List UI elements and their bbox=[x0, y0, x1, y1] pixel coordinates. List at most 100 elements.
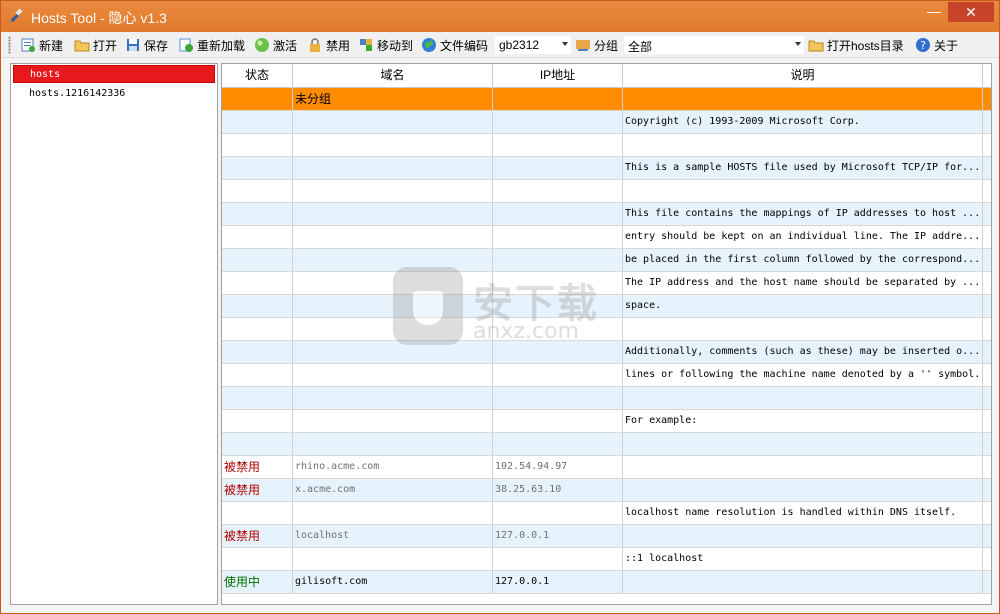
ip-cell bbox=[493, 433, 623, 455]
table-row[interactable]: 使用中 gilisoft.com 127.0.0.1 bbox=[222, 571, 991, 594]
activate-button[interactable]: 激活 bbox=[254, 35, 297, 55]
close-button[interactable]: ✕ bbox=[948, 2, 994, 22]
svg-text:?: ? bbox=[920, 39, 926, 52]
ip-cell: 102.54.94.97 bbox=[493, 456, 623, 478]
domain-cell: x.acme.com bbox=[293, 479, 493, 501]
new-file-icon bbox=[21, 38, 35, 52]
help-icon: ? bbox=[916, 38, 930, 52]
encoding-label-text: 文件编码 bbox=[440, 38, 489, 53]
status-cell bbox=[222, 226, 293, 248]
status-cell bbox=[222, 249, 293, 271]
encoding-select-value: gb2312 bbox=[499, 38, 540, 52]
status-cell bbox=[222, 180, 293, 202]
note-cell: This is a sample HOSTS file used by Micr… bbox=[623, 157, 983, 179]
open-button[interactable]: 打开 bbox=[74, 35, 117, 55]
table-row[interactable]: localhost name resolution is handled wit… bbox=[222, 502, 991, 525]
reload-button[interactable]: 重新加载 bbox=[178, 35, 245, 55]
status-cell bbox=[222, 134, 293, 156]
chevron-down-icon bbox=[562, 42, 568, 46]
group-label-text: 分组 bbox=[594, 38, 619, 53]
reload-button-label: 重新加载 bbox=[197, 38, 246, 53]
globe-icon bbox=[422, 38, 436, 52]
table-row[interactable]: entry should be kept on an individual li… bbox=[222, 226, 991, 249]
move-to-button[interactable]: 移动到 bbox=[358, 35, 413, 55]
tree-item-hosts-backup[interactable]: hosts.1216142336 bbox=[11, 85, 217, 103]
table-row[interactable]: 被禁用 x.acme.com 38.25.63.10 bbox=[222, 479, 991, 502]
ip-cell: 127.0.0.1 bbox=[493, 571, 623, 593]
table-row[interactable] bbox=[222, 387, 991, 410]
folder-icon bbox=[74, 40, 90, 52]
column-header-domain[interactable]: 域名 bbox=[293, 64, 493, 87]
encoding-select[interactable]: gb2312 bbox=[494, 35, 572, 55]
open-hosts-dir-button[interactable]: 打开hosts目录 bbox=[808, 35, 904, 55]
note-cell bbox=[623, 387, 983, 409]
table-row[interactable]: 被禁用 localhost 127.0.0.1 bbox=[222, 525, 991, 548]
domain-cell bbox=[293, 203, 493, 225]
minimize-button[interactable]: — bbox=[920, 2, 948, 22]
folder-icon bbox=[808, 40, 824, 52]
status-cell bbox=[222, 295, 293, 317]
group-row[interactable]: 未分组 bbox=[222, 88, 991, 111]
ip-cell bbox=[493, 203, 623, 225]
status-cell bbox=[222, 318, 293, 340]
table-row[interactable] bbox=[222, 134, 991, 157]
hammer-icon bbox=[10, 8, 23, 23]
note-cell bbox=[623, 525, 983, 547]
note-cell bbox=[623, 571, 983, 593]
domain-cell: 未分组 bbox=[293, 88, 493, 110]
ip-cell bbox=[493, 364, 623, 386]
about-button[interactable]: ? 关于 bbox=[915, 35, 958, 55]
table-row[interactable]: Copyright (c) 1993-2009 Microsoft Corp. bbox=[222, 111, 991, 134]
status-cell bbox=[222, 203, 293, 225]
table-row[interactable]: ::1 localhost bbox=[222, 548, 991, 571]
activate-button-label: 激活 bbox=[273, 38, 298, 53]
table-row[interactable]: This is a sample HOSTS file used by Micr… bbox=[222, 157, 991, 180]
status-cell bbox=[222, 157, 293, 179]
domain-cell: rhino.acme.com bbox=[293, 456, 493, 478]
note-cell bbox=[623, 433, 983, 455]
domain-cell bbox=[293, 548, 493, 570]
note-cell: localhost name resolution is handled wit… bbox=[623, 502, 983, 524]
note-cell: Additionally, comments (such as these) m… bbox=[623, 341, 983, 363]
ip-cell bbox=[493, 134, 623, 156]
note-cell: entry should be kept on an individual li… bbox=[623, 226, 983, 248]
tree-item-hosts[interactable]: hosts bbox=[13, 65, 215, 83]
domain-cell bbox=[293, 387, 493, 409]
title-bar[interactable]: Hosts Tool - 隐心 v1.3 — ✕ bbox=[1, 1, 999, 32]
shield-icon bbox=[413, 291, 443, 325]
group-select-value: 全部 bbox=[628, 40, 653, 54]
disable-button[interactable]: 禁用 bbox=[307, 35, 350, 55]
ip-cell bbox=[493, 111, 623, 133]
ip-cell: 127.0.0.1 bbox=[493, 525, 623, 547]
domain-cell: gilisoft.com bbox=[293, 571, 493, 593]
domain-cell: localhost bbox=[293, 525, 493, 547]
status-cell bbox=[222, 548, 293, 570]
status-cell bbox=[222, 364, 293, 386]
table-row[interactable]: For example: bbox=[222, 410, 991, 433]
column-header-note[interactable]: 说明 bbox=[623, 64, 983, 87]
domain-cell bbox=[293, 111, 493, 133]
table-row[interactable] bbox=[222, 433, 991, 456]
lock-icon bbox=[310, 38, 320, 52]
table-row[interactable]: lines or following the machine name deno… bbox=[222, 364, 991, 387]
table-row[interactable] bbox=[222, 180, 991, 203]
green-orb-icon bbox=[255, 38, 269, 52]
table-row[interactable]: 被禁用 rhino.acme.com 102.54.94.97 bbox=[222, 456, 991, 479]
domain-cell bbox=[293, 410, 493, 432]
domain-cell bbox=[293, 502, 493, 524]
hosts-file-tree: hosts hosts.1216142336 bbox=[10, 63, 218, 605]
note-cell: This file contains the mappings of IP ad… bbox=[623, 203, 983, 225]
app-window: Hosts Tool - 隐心 v1.3 — ✕ 新建 打开 保存 重新加载 激… bbox=[0, 0, 1000, 614]
note-cell bbox=[623, 318, 983, 340]
column-header-ip[interactable]: IP地址 bbox=[493, 64, 623, 87]
note-cell: The IP address and the host name should … bbox=[623, 272, 983, 294]
note-cell: space. bbox=[623, 295, 983, 317]
toolbar-grip-icon[interactable] bbox=[8, 36, 11, 54]
ip-cell bbox=[493, 180, 623, 202]
new-button[interactable]: 新建 bbox=[20, 35, 63, 55]
column-header-status[interactable]: 状态 bbox=[222, 64, 293, 87]
group-select[interactable]: 全部 bbox=[623, 35, 805, 55]
table-row[interactable]: This file contains the mappings of IP ad… bbox=[222, 203, 991, 226]
note-cell bbox=[623, 456, 983, 478]
save-button[interactable]: 保存 bbox=[125, 35, 168, 55]
